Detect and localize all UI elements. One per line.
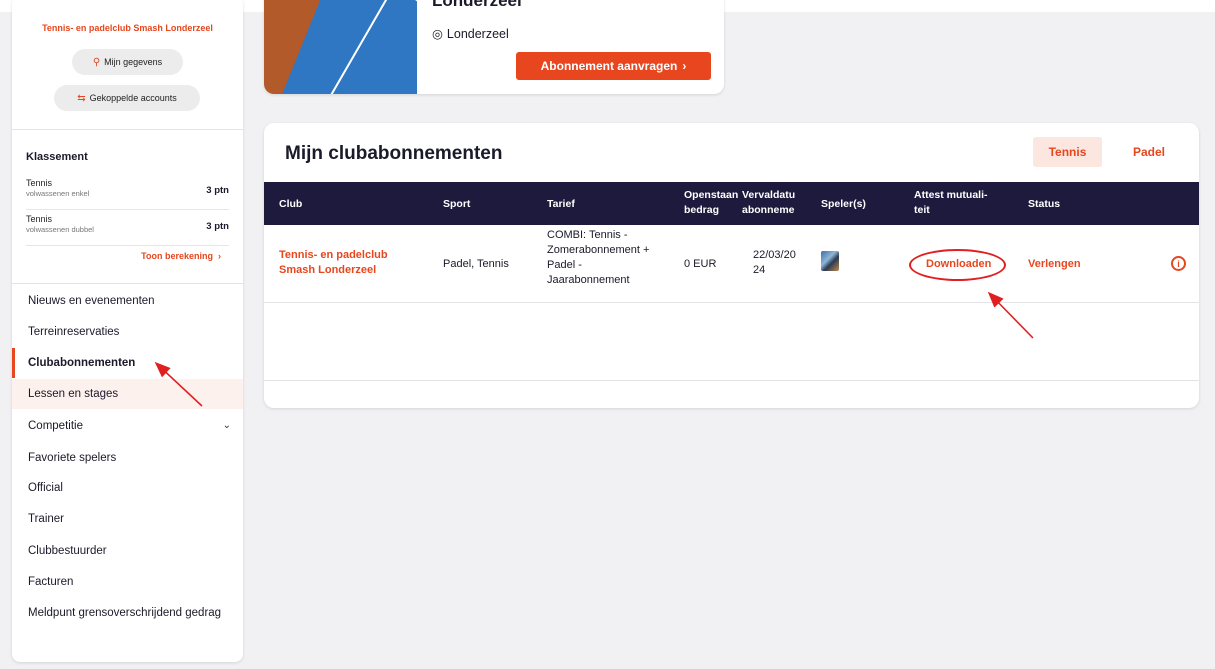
link-accounts-icon: ⇆	[77, 92, 86, 104]
nav-item-official[interactable]: Official	[12, 473, 243, 503]
klassement-sport: Tennis	[26, 214, 53, 224]
tarief-line: Zomerabonnement +	[547, 244, 650, 256]
court-graphic	[275, 0, 417, 94]
nav-item-competitie[interactable]: Competitie ⌄	[12, 411, 243, 441]
club-link[interactable]: Tennis- en padelclub Smash Londerzeel	[279, 248, 388, 278]
nav-item-terreinreservaties[interactable]: Terreinreservaties	[12, 317, 243, 347]
annotation-circle	[909, 249, 1006, 281]
chevron-right-icon: ›	[682, 59, 687, 73]
nav-label: Official	[28, 482, 63, 494]
tab-tennis[interactable]: Tennis	[1033, 137, 1102, 167]
my-details-label: Mijn gegevens	[104, 57, 163, 67]
linked-accounts-button[interactable]: ⇆ Gekoppelde accounts	[54, 85, 200, 111]
nav-item-nieuws[interactable]: Nieuws en evenementen	[12, 286, 243, 316]
nav-item-facturen[interactable]: Facturen	[12, 567, 243, 597]
tarief-line: COMBI: Tennis -	[547, 229, 628, 241]
button-label: Abonnement aanvragen	[540, 59, 678, 73]
divider	[26, 209, 229, 210]
location-pin-icon: ◎	[432, 27, 443, 41]
column-header-vervaldatum: Vervaldatu abonneme	[742, 189, 818, 216]
column-header-club: Club	[279, 198, 303, 210]
nav-label: Lessen en stages	[28, 388, 119, 400]
klassement-points: 3 ptn	[206, 185, 229, 196]
club-line: Tennis- en padelclub	[279, 249, 388, 261]
klassement-row: Tennis volwassenen dubbel 3 ptn	[26, 214, 229, 234]
nav-item-clubabonnementen[interactable]: Clubabonnementen	[12, 348, 243, 378]
tarief-line: Padel -	[547, 259, 582, 271]
location-label: Londerzeel	[446, 26, 509, 41]
club-line: Smash Londerzeel	[279, 264, 377, 276]
chevron-right-icon: ›	[215, 251, 221, 261]
panel-title: Mijn clubabonnementen	[285, 143, 503, 164]
club-card-title: Londerzeel	[432, 0, 522, 10]
header-line: Openstaan	[684, 189, 739, 201]
vervaldatum-cell: 22/03/20 24	[753, 248, 796, 278]
column-header-attest: Attest mutuali- teit	[914, 189, 988, 216]
nav-label: Favoriete spelers	[28, 452, 117, 464]
row-divider	[264, 380, 1199, 381]
nav-label: Competitie	[28, 420, 83, 432]
nav-label: Trainer	[28, 513, 64, 525]
header-line: Vervaldatu	[742, 189, 796, 201]
header-line: Attest mutuali-	[914, 189, 988, 201]
divider	[26, 245, 229, 246]
klassement-title: Klassement	[26, 151, 88, 163]
tarief-line: Jaarabonnement	[547, 274, 630, 286]
date-line: 22/03/20	[753, 249, 796, 261]
header-line: bedrag	[684, 204, 720, 216]
row-divider	[264, 302, 1199, 303]
nav-item-favoriete-spelers[interactable]: Favoriete spelers	[12, 443, 243, 473]
nav-label: Terreinreservaties	[28, 326, 120, 338]
linked-accounts-label: Gekoppelde accounts	[89, 93, 177, 103]
column-header-tarief: Tarief	[547, 198, 575, 210]
column-header-status: Status	[1028, 198, 1061, 210]
nav-label: Clubabonnementen	[28, 357, 136, 369]
abonnement-aanvragen-button[interactable]: Abonnement aanvragen ›	[516, 52, 711, 80]
klassement-category: volwassenen enkel	[26, 189, 90, 198]
column-header-spelers: Speler(s)	[821, 198, 866, 210]
sidebar-club-name[interactable]: Tennis- en padelclub Smash Londerzeel	[12, 23, 243, 33]
sport-cell: Padel, Tennis	[443, 258, 509, 270]
verlengen-link[interactable]: Verlengen	[1028, 257, 1081, 272]
tarief-cell: COMBI: Tennis - Zomerabonnement + Padel …	[547, 228, 649, 288]
player-avatar[interactable]	[821, 251, 839, 271]
chevron-down-icon: ⌄	[222, 420, 231, 431]
tab-padel[interactable]: Padel	[1126, 137, 1172, 167]
column-header-sport: Sport	[443, 198, 471, 210]
klassement-sport: Tennis	[26, 178, 53, 188]
nav-item-trainer[interactable]: Trainer	[12, 504, 243, 534]
club-image	[264, 0, 417, 94]
column-header-openstaand: Openstaan bedrag	[684, 189, 742, 216]
table-header: Club Sport Tarief Openstaan bedrag Verva…	[264, 182, 1199, 225]
klassement-category: volwassenen dubbel	[26, 225, 94, 234]
nav-item-clubbestuurder[interactable]: Clubbestuurder	[12, 536, 243, 566]
header-line: abonneme	[742, 204, 795, 216]
info-icon[interactable]: i	[1171, 256, 1186, 271]
user-icon: ⚲	[92, 56, 101, 68]
divider	[12, 283, 243, 284]
bedrag-cell: 0 EUR	[684, 258, 717, 270]
date-line: 24	[753, 264, 766, 276]
divider	[12, 129, 243, 130]
toon-berekening-label: Toon berekening	[141, 251, 213, 261]
nav-item-lessen[interactable]: Lessen en stages	[12, 379, 243, 409]
subscriptions-panel: Mijn clubabonnementen Tennis Padel Club …	[264, 123, 1199, 408]
klassement-points: 3 ptn	[206, 221, 229, 232]
nav-label: Facturen	[28, 576, 74, 588]
toon-berekening-link[interactable]: Toon berekening ›	[141, 251, 221, 261]
my-details-button[interactable]: ⚲ Mijn gegevens	[72, 49, 183, 75]
klassement-row: Tennis volwassenen enkel 3 ptn	[26, 178, 229, 198]
sidebar: Tennis- en padelclub Smash Londerzeel ⚲ …	[12, 0, 243, 662]
header-line: teit	[914, 204, 930, 216]
nav-item-meldpunt[interactable]: Meldpunt grensoverschrijdend gedrag	[28, 605, 228, 621]
club-card-location: ◎ Londerzeel	[432, 26, 509, 42]
nav-label: Nieuws en evenementen	[28, 295, 155, 307]
club-card: Londerzeel ◎ Londerzeel Abonnement aanvr…	[264, 0, 724, 94]
nav-label: Clubbestuurder	[28, 545, 107, 557]
